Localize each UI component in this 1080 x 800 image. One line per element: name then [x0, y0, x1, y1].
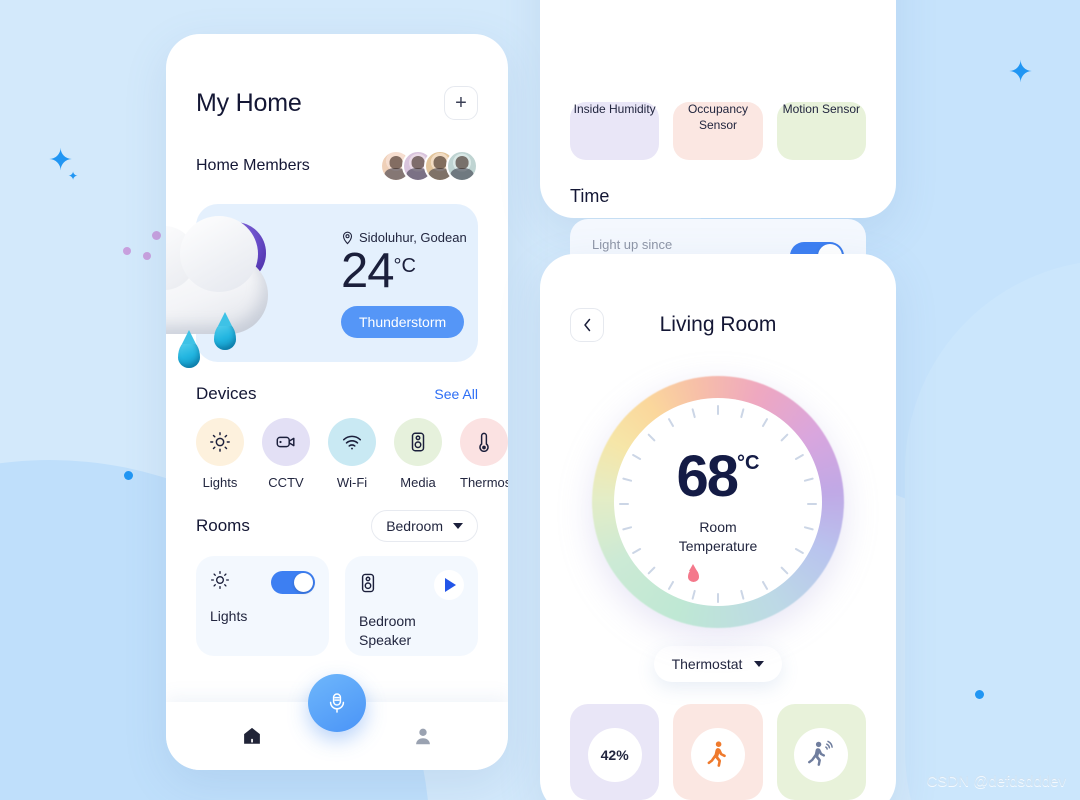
- home-icon: [243, 727, 260, 744]
- room-card-lights[interactable]: Lights: [196, 556, 329, 656]
- member-avatars[interactable]: [380, 150, 478, 182]
- sensor-card-label: Occupancy Sensor: [687, 102, 748, 132]
- add-button[interactable]: +: [444, 86, 478, 120]
- weather-location: Sidoluhur, Godean: [341, 230, 467, 245]
- weather-condition-badge[interactable]: Thunderstorm: [341, 305, 465, 338]
- chevron-down-icon: [754, 661, 765, 667]
- device-media[interactable]: Media: [394, 418, 442, 490]
- avatar[interactable]: [446, 150, 478, 182]
- sensor-card-label: Motion Sensor: [782, 102, 860, 116]
- rain-cloud-moon-icon: [166, 216, 298, 368]
- sensor-card-inside-humidity[interactable]: Inside Humidity: [570, 102, 660, 160]
- decorative-dot: [152, 231, 161, 240]
- watermark: CSDN @defdsdddev: [926, 773, 1066, 790]
- page-title: My Home: [196, 88, 302, 117]
- nav-profile[interactable]: [393, 725, 453, 747]
- temperature-dial[interactable]: 68 °C Room Temperature: [592, 376, 844, 628]
- dial-readout: 68 °C Room Temperature: [592, 376, 844, 628]
- sensor-card-motion[interactable]: Motion Sensor: [776, 102, 866, 160]
- speaker-icon: [359, 572, 377, 599]
- living-room-card-humidity[interactable]: 42%: [570, 704, 660, 800]
- device-label: Lights: [202, 475, 238, 490]
- living-room-title: Living Room: [659, 313, 777, 336]
- thermostat-mode-value: Thermostat: [671, 656, 743, 672]
- devices-title: Devices: [196, 384, 257, 403]
- sensor-card-occupancy[interactable]: Occupancy Sensor: [673, 102, 763, 160]
- video-camera-icon: [262, 418, 310, 466]
- weather-temperature: 24 °C: [341, 244, 467, 298]
- see-all-link[interactable]: See All: [434, 386, 478, 402]
- speaker-play-button[interactable]: [434, 570, 464, 600]
- motion-sensor-icon: [794, 728, 849, 782]
- room-cards-list: Lights Bedroom Speaker: [196, 556, 478, 656]
- devices-list: Lights CCTV Wi-Fi Media Thermo: [196, 418, 508, 490]
- humidity-value-bubble: 42%: [587, 728, 642, 782]
- sun-icon: [210, 570, 230, 595]
- weather-card[interactable]: Sidoluhur, Godean 24 °C Thunderstorm: [166, 204, 478, 368]
- weather-temp-value: 24: [341, 244, 395, 298]
- nav-home[interactable]: [222, 725, 282, 747]
- sensor-card-label: Inside Humidity: [573, 102, 656, 116]
- back-button[interactable]: [570, 308, 604, 342]
- living-room-card-occupancy[interactable]: [673, 704, 763, 800]
- dial-temp-unit: °C: [737, 452, 760, 475]
- wifi-icon: [328, 418, 376, 466]
- drop-icon: [687, 569, 699, 582]
- living-room-card-motion[interactable]: [776, 704, 866, 800]
- decorative-dot: [124, 471, 133, 480]
- room-card-label: Bedroom Speaker: [359, 613, 416, 648]
- person-icon: [415, 728, 430, 745]
- living-room-panel: Living Room 68 °C Room Temperature Therm…: [540, 254, 896, 800]
- thermometer-icon: [460, 418, 508, 466]
- room-select-value: Bedroom: [386, 518, 443, 534]
- decorative-dot: [143, 252, 151, 260]
- time-section-title: Time: [570, 186, 610, 206]
- device-label: Thermostat: [460, 475, 508, 490]
- microphone-icon: [329, 693, 345, 713]
- rooms-title: Rooms: [196, 516, 250, 535]
- sensors-time-panel: Inside Humidity Occupancy Sensor Motion …: [540, 0, 896, 293]
- device-thermostat[interactable]: Thermostat: [460, 418, 508, 490]
- home-phone-panel: My Home + Home Members Sidoluhur, Godean…: [166, 34, 508, 770]
- dial-temp-value: 68: [676, 444, 739, 510]
- room-card-label: Lights: [210, 608, 248, 624]
- dial-label-line2: Temperature: [678, 538, 758, 554]
- device-label: Wi-Fi: [336, 475, 368, 490]
- device-label: CCTV: [268, 475, 304, 490]
- lights-toggle[interactable]: [271, 571, 315, 594]
- light-up-since-label: Light up since: [592, 236, 673, 252]
- living-room-cards: 42%: [570, 704, 866, 800]
- voice-assistant-fab[interactable]: [308, 674, 366, 732]
- home-members-row: Home Members: [196, 150, 478, 182]
- sparkle-icon: ✦: [68, 169, 79, 183]
- device-lights[interactable]: Lights: [196, 418, 244, 490]
- chevron-down-icon: [453, 523, 463, 529]
- sensor-cards-list: Inside Humidity Occupancy Sensor Motion …: [570, 0, 866, 160]
- weather-temp-unit: °C: [393, 255, 416, 277]
- sparkle-icon: ✦: [1008, 56, 1034, 89]
- device-label: Media: [400, 475, 436, 490]
- rooms-section-header: Rooms Bedroom: [196, 510, 478, 542]
- room-card-speaker[interactable]: Bedroom Speaker: [345, 556, 478, 656]
- device-cctv[interactable]: CCTV: [262, 418, 310, 490]
- decorative-dot: [975, 690, 984, 699]
- room-select-dropdown[interactable]: Bedroom: [371, 510, 478, 542]
- home-header: My Home +: [196, 86, 478, 120]
- decorative-dot: [123, 247, 131, 255]
- walking-person-icon: [690, 728, 745, 782]
- devices-section-header: Devices See All: [196, 384, 478, 404]
- living-room-header: Living Room: [570, 308, 866, 342]
- sun-icon: [196, 418, 244, 466]
- dial-label-line1: Room: [699, 519, 737, 536]
- location-pin-icon: [342, 231, 353, 244]
- chevron-left-icon: [583, 318, 590, 332]
- home-members-label: Home Members: [196, 157, 310, 174]
- device-wifi[interactable]: Wi-Fi: [328, 418, 376, 490]
- thermostat-mode-dropdown[interactable]: Thermostat: [653, 646, 783, 682]
- weather-location-text: Sidoluhur, Godean: [359, 230, 467, 245]
- speaker-icon: [394, 418, 442, 466]
